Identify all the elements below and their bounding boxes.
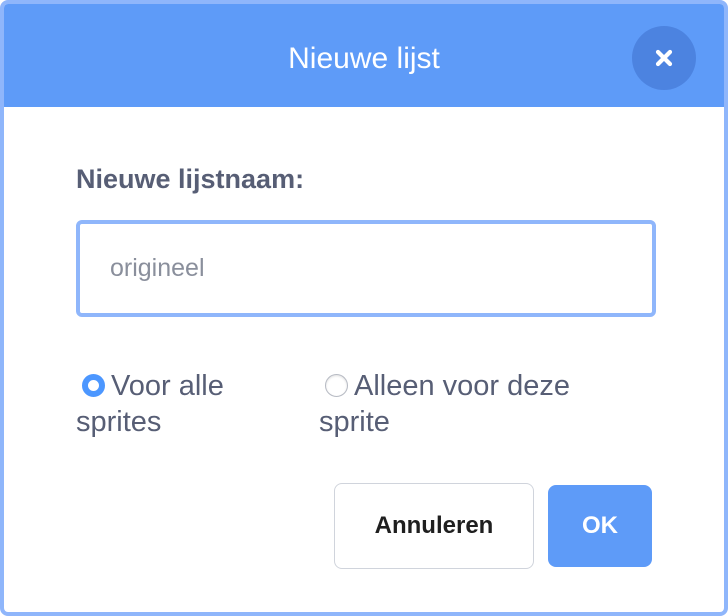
close-x-icon	[655, 49, 673, 67]
new-list-dialog: Nieuwe lijst Nieuwe lijstnaam: Voor alle…	[0, 0, 728, 616]
list-name-input[interactable]	[76, 220, 656, 317]
list-name-label: Nieuwe lijstnaam:	[76, 164, 305, 194]
dialog-title: Nieuwe lijst	[288, 42, 440, 75]
radio-unselected-icon[interactable]	[325, 374, 348, 397]
radio-label-this-sprite: Alleen voor deze sprite	[319, 370, 571, 438]
ok-button[interactable]: OK	[548, 485, 652, 567]
cancel-button[interactable]: Annuleren	[334, 483, 534, 569]
radio-selected-icon[interactable]	[82, 374, 105, 397]
dialog-header: Nieuwe lijst	[4, 4, 724, 107]
radio-option-all-sprites[interactable]: Voor alle sprites	[76, 368, 286, 440]
radio-option-this-sprite[interactable]: Alleen voor deze sprite	[319, 368, 639, 440]
close-button[interactable]	[632, 26, 696, 90]
